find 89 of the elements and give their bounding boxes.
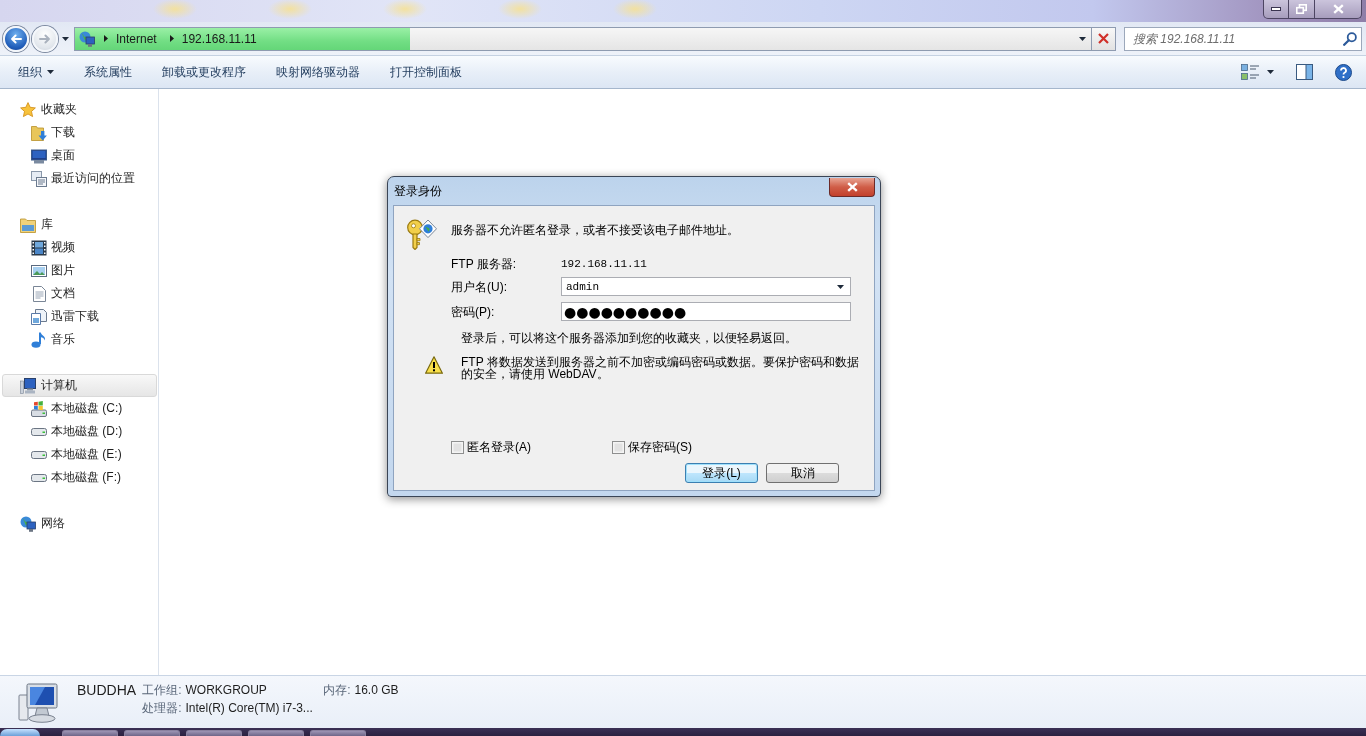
nav-item[interactable]: 库	[20, 213, 53, 236]
close-button[interactable]	[1315, 0, 1362, 19]
nav-item[interactable]: 本地磁盘 (E:)	[31, 443, 122, 466]
nav-item[interactable]: 最近访问的位置	[31, 167, 135, 190]
search-field[interactable]: 搜索 192.168.11.11	[1124, 26, 1362, 51]
help-icon	[1335, 63, 1352, 81]
nav-item[interactable]: 收藏夹	[20, 98, 77, 121]
caret-down-icon	[1078, 36, 1086, 41]
caret-down-icon	[62, 36, 69, 41]
star-icon	[20, 101, 36, 118]
checkbox[interactable]	[451, 440, 464, 454]
nav-item[interactable]: 文档	[31, 282, 75, 305]
music-note-icon	[31, 331, 47, 348]
nav-item[interactable]: 计算机	[2, 374, 157, 397]
field-label: 密码(P):	[451, 304, 496, 319]
warning-text: FTP 将数据发送到服务器之前不加密或编码密码或数据。要保护密码和数据的安全，请使用 WebDAV。	[461, 356, 860, 380]
nav-item[interactable]: 网络	[20, 512, 65, 535]
toolbar-button[interactable]: 系统属性	[69, 60, 147, 84]
detail-label: 处理器:	[142, 701, 182, 715]
folder-download-icon	[31, 124, 47, 141]
list-view-icon	[1241, 64, 1259, 80]
stop-button[interactable]	[1091, 26, 1116, 51]
field-value: 192.168.11.11	[561, 257, 648, 271]
drive-windows-icon	[31, 400, 47, 417]
caret-down-icon	[47, 70, 54, 74]
nav-item[interactable]: 迅雷下载	[31, 305, 99, 328]
computer-icon	[20, 377, 36, 394]
close-button[interactable]	[829, 178, 875, 197]
toolbar-menu-button[interactable]: 组织	[3, 60, 69, 84]
nav-item[interactable]: 图片	[31, 259, 75, 282]
nav-item[interactable]: 桌面	[31, 144, 75, 167]
toolbar-button[interactable]: 卸载或更改程序	[147, 60, 261, 84]
desktop-icon	[31, 147, 47, 164]
dialog-note: 登录后，可以将这个服务器添加到您的收藏夹，以便轻易返回。	[461, 331, 798, 345]
nav-item[interactable]: 视频	[31, 236, 75, 259]
address-bar[interactable]: Internet 192.168.11.11	[74, 26, 1092, 51]
close-icon	[1332, 4, 1344, 14]
restore-icon	[1296, 4, 1307, 14]
detail-label: 内存:	[323, 683, 351, 697]
arrow-right-icon	[39, 33, 51, 44]
caret-down-icon	[1267, 70, 1274, 74]
nav-item[interactable]: 本地磁盘 (D:)	[31, 420, 123, 443]
back-button[interactable]	[3, 25, 29, 52]
network-icon	[79, 30, 95, 47]
computer-name: BUDDHA	[77, 682, 137, 698]
checkbox-label[interactable]: 保存密码(S)	[628, 440, 692, 454]
checkbox[interactable]	[612, 440, 625, 454]
field-label: FTP 服务器:	[451, 257, 518, 271]
nav-item[interactable]: 下载	[31, 121, 75, 144]
arrow-left-icon	[10, 33, 22, 44]
stacked-pages-icon	[31, 308, 47, 325]
minimize-icon	[1271, 7, 1281, 11]
breadcrumb-item[interactable]: Internet	[110, 27, 163, 50]
username-field[interactable]: admin	[561, 277, 851, 296]
nav-item[interactable]: 音乐	[31, 328, 75, 351]
search-icon	[1343, 31, 1357, 46]
key-globe-icon	[407, 219, 437, 250]
preview-pane-icon	[1296, 64, 1313, 80]
nav-item[interactable]: 本地磁盘 (C:)	[31, 397, 123, 420]
field-label: 用户名(U):	[451, 279, 508, 294]
checkbox-label[interactable]: 匿名登录(A)	[467, 440, 531, 454]
start-button[interactable]	[0, 729, 40, 736]
maximize-button[interactable]	[1289, 0, 1315, 19]
caret-right-icon	[104, 35, 108, 42]
toolbar-button[interactable]: 映射网络驱动器	[261, 60, 375, 84]
caret-down-icon	[837, 285, 844, 289]
dialog-message: 服务器不允许匿名登录，或者不接受该电子邮件地址。	[451, 223, 739, 237]
library-folder-icon	[20, 216, 36, 233]
close-icon	[846, 182, 858, 192]
minimize-button[interactable]	[1263, 0, 1289, 19]
document-icon	[31, 285, 47, 302]
detail-label: 工作组:	[142, 683, 182, 697]
close-icon	[1098, 33, 1109, 44]
dialog-button[interactable]: 登录(L)	[685, 463, 758, 483]
toolbar-button[interactable]: 打开控制面板	[375, 60, 477, 84]
nav-item[interactable]: 本地磁盘 (F:)	[31, 466, 121, 489]
breadcrumb-item[interactable]: 192.168.11.11	[175, 27, 263, 50]
detail-value: WORKGROUP	[185, 683, 267, 697]
dialog-title: 登录身份	[394, 184, 442, 198]
detail-value: 16.0 GB	[354, 683, 399, 697]
warning-icon	[425, 356, 443, 374]
picture-icon	[31, 262, 47, 279]
password-field[interactable]: ●●●●●●●●●●	[561, 302, 851, 321]
detail-value: Intel(R) Core(TM) i7-3...	[185, 701, 313, 715]
caret-right-icon	[169, 35, 174, 42]
network-icon	[20, 515, 36, 532]
dialog-button[interactable]: 取消	[766, 463, 839, 483]
recent-places-icon	[31, 170, 47, 187]
film-icon	[31, 239, 47, 256]
